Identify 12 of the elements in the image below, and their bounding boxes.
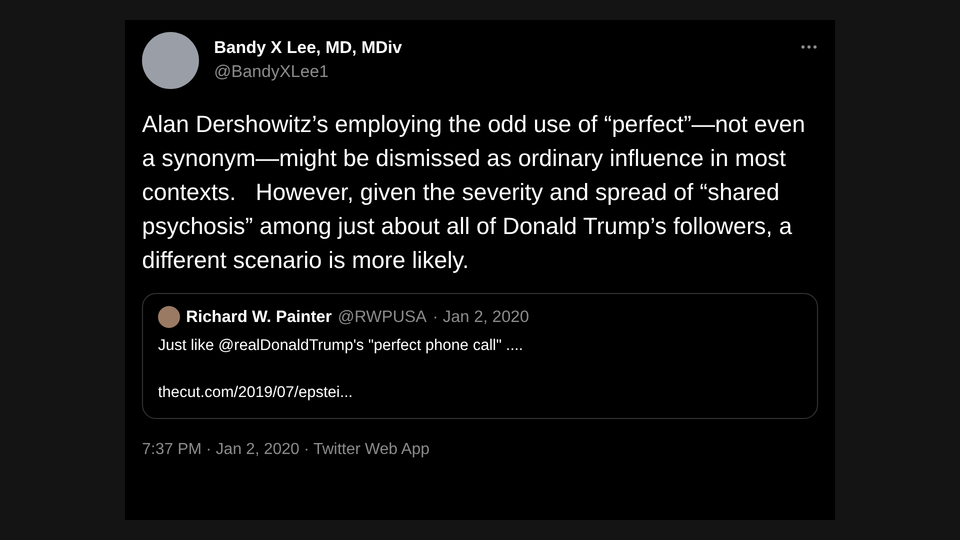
quoted-date: · Jan 2, 2020 [432,308,529,326]
more-icon[interactable] [800,44,818,50]
tweet-text: Alan Dershowitz’s employing the odd use of “perfect”—not even a synonym—might be dismissed as ordinary influence in most contexts. However, given the severity and spread of “shared psychosis” among just about all of Donald Trump’s followers, a different scenario is more likely. [142,110,806,275]
quoted-author-name: Richard W. Painter [186,308,332,326]
quoted-tweet[interactable]: Richard W. Painter @RWPUSA · Jan 2, 2020 Just like @realDonaldTrump's "perfect phone call" .... thecut.com/2019/07/epstei... [142,293,818,419]
author-name[interactable]: Bandy X Lee, MD, MDiv [214,38,785,58]
tweet-timestamp: 7:37 PM · Jan 2, 2020 · Twitter Web App [142,441,431,459]
avatar [158,306,180,328]
quoted-text: Just like @realDonaldTrump's "perfect phone call" .... [158,337,524,355]
quoted-link[interactable]: thecut.com/2019/07/epstei... [158,384,802,402]
quoted-author-handle: @RWPUSA [338,308,427,326]
author-handle[interactable]: @BandyXLee1 [214,62,785,82]
